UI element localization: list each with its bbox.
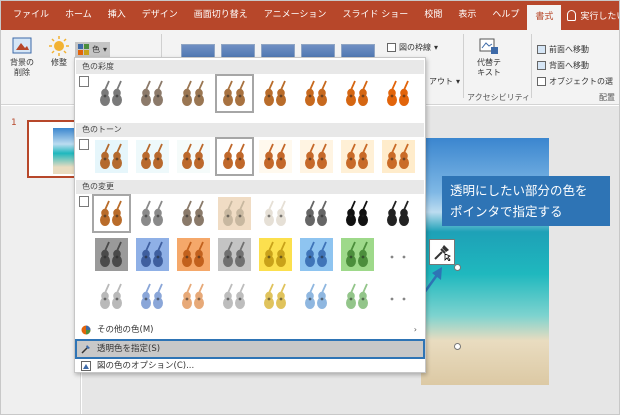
recolor-1-swatch[interactable] [177, 197, 210, 230]
recolor-1-swatch[interactable] [259, 197, 292, 230]
guitar-icon [386, 200, 409, 226]
recolor-2-swatch[interactable] [218, 238, 251, 271]
guitar-icon [345, 200, 368, 226]
guitar-icon [386, 241, 409, 267]
recolor-2-swatch[interactable] [136, 238, 169, 271]
guitar-icon [386, 80, 409, 106]
tone-swatch[interactable] [300, 140, 333, 173]
guitar-icon [304, 241, 327, 267]
saturation-section-icon [79, 76, 89, 87]
color-dropdown-menu: 色の彩度 色のトーン 色の変更 その他の色(M) › 透明色を指定(S) 図の色… [74, 57, 426, 373]
guitar-icon [99, 143, 122, 169]
guitar-icon [181, 143, 204, 169]
recolor-1-swatch[interactable] [136, 197, 169, 230]
guitar-icon [304, 80, 327, 106]
tone-swatch[interactable] [136, 140, 169, 173]
chevron-right-icon: › [413, 325, 417, 334]
guitar-icon [263, 200, 286, 226]
guitar-icon [386, 283, 409, 309]
tone-swatch[interactable] [341, 140, 374, 173]
tone-swatch[interactable] [215, 137, 254, 176]
recolor-2-swatch[interactable] [341, 238, 374, 271]
guitar-icon [140, 241, 163, 267]
guitar-icon [222, 283, 245, 309]
guitar-icon [140, 80, 163, 106]
recolor-section-header: 色の変更 [76, 180, 424, 194]
saturation-swatch[interactable] [382, 77, 415, 110]
saturation-swatch[interactable] [177, 77, 210, 110]
recolor-3-swatch[interactable] [136, 280, 169, 313]
saturation-section-header: 色の彩度 [76, 60, 424, 74]
recolor-3-swatch[interactable] [177, 280, 210, 313]
saturation-swatch[interactable] [259, 77, 292, 110]
saturation-swatch[interactable] [136, 77, 169, 110]
recolor-3-swatch[interactable] [95, 280, 128, 313]
tone-section-icon [79, 139, 89, 150]
tone-swatch[interactable] [382, 140, 415, 173]
guitar-icon [181, 241, 204, 267]
guitar-icon [99, 80, 122, 106]
tone-swatch[interactable] [259, 140, 292, 173]
guitar-icon [263, 143, 286, 169]
color-options-icon [81, 361, 91, 371]
guitar-icon [263, 80, 286, 106]
picture-color-options-menu-item[interactable]: 図の色のオプション(C)... [77, 358, 423, 374]
set-transparent-color-menu-item[interactable]: 透明色を指定(S) [75, 339, 425, 359]
recolor-1-swatch[interactable] [300, 197, 333, 230]
guitar-icon [222, 241, 245, 267]
guitar-icon [345, 143, 368, 169]
saturation-swatch[interactable] [95, 77, 128, 110]
guitar-icon [140, 283, 163, 309]
set-transparent-color-label: 透明色を指定(S) [97, 344, 161, 354]
recolor-section-icon [79, 196, 89, 207]
recolor-2-swatch[interactable] [177, 238, 210, 271]
recolor-1-swatch[interactable] [382, 197, 415, 230]
recolor-3-swatch[interactable] [341, 280, 374, 313]
guitar-icon [140, 143, 163, 169]
guitar-icon [99, 283, 122, 309]
guitar-icon [304, 200, 327, 226]
tone-swatch[interactable] [95, 140, 128, 173]
guitar-icon [386, 143, 409, 169]
recolor-2-swatch[interactable] [382, 238, 415, 271]
saturation-swatch[interactable] [215, 74, 254, 113]
recolor-3-swatch[interactable] [218, 280, 251, 313]
recolor-1-swatch[interactable] [218, 197, 251, 230]
recolor-3-swatch[interactable] [259, 280, 292, 313]
color-wheel-icon [81, 325, 91, 335]
guitar-icon [99, 200, 122, 226]
guitar-icon [140, 200, 163, 226]
saturation-swatch[interactable] [341, 77, 374, 110]
recolor-1-swatch[interactable] [341, 197, 374, 230]
tone-section-header: 色のトーン [76, 123, 424, 137]
guitar-icon [222, 143, 245, 169]
guitar-icon [345, 80, 368, 106]
recolor-3-swatch[interactable] [382, 280, 415, 313]
guitar-icon [263, 241, 286, 267]
guitar-icon [345, 283, 368, 309]
guitar-icon [304, 283, 327, 309]
guitar-icon [99, 241, 122, 267]
guitar-icon [181, 283, 204, 309]
guitar-icon [181, 200, 204, 226]
guitar-icon [222, 200, 245, 226]
guitar-icon [304, 143, 327, 169]
guitar-icon [181, 80, 204, 106]
recolor-1-swatch[interactable] [92, 194, 131, 233]
more-colors-menu-item[interactable]: その他の色(M) › [77, 322, 423, 338]
eyedropper-icon [81, 345, 90, 354]
guitar-icon [263, 283, 286, 309]
more-colors-label: その他の色(M) [97, 325, 154, 335]
recolor-2-swatch[interactable] [300, 238, 333, 271]
recolor-2-swatch[interactable] [95, 238, 128, 271]
picture-color-options-label: 図の色のオプション(C)... [97, 361, 195, 371]
tone-swatch[interactable] [177, 140, 210, 173]
saturation-swatch[interactable] [300, 77, 333, 110]
recolor-2-swatch[interactable] [259, 238, 292, 271]
guitar-icon [345, 241, 368, 267]
powerpoint-window: ファイル ホーム 挿入 デザイン 画面切り替え アニメーション スライド ショー… [0, 0, 620, 415]
recolor-3-swatch[interactable] [300, 280, 333, 313]
guitar-icon [222, 80, 245, 106]
